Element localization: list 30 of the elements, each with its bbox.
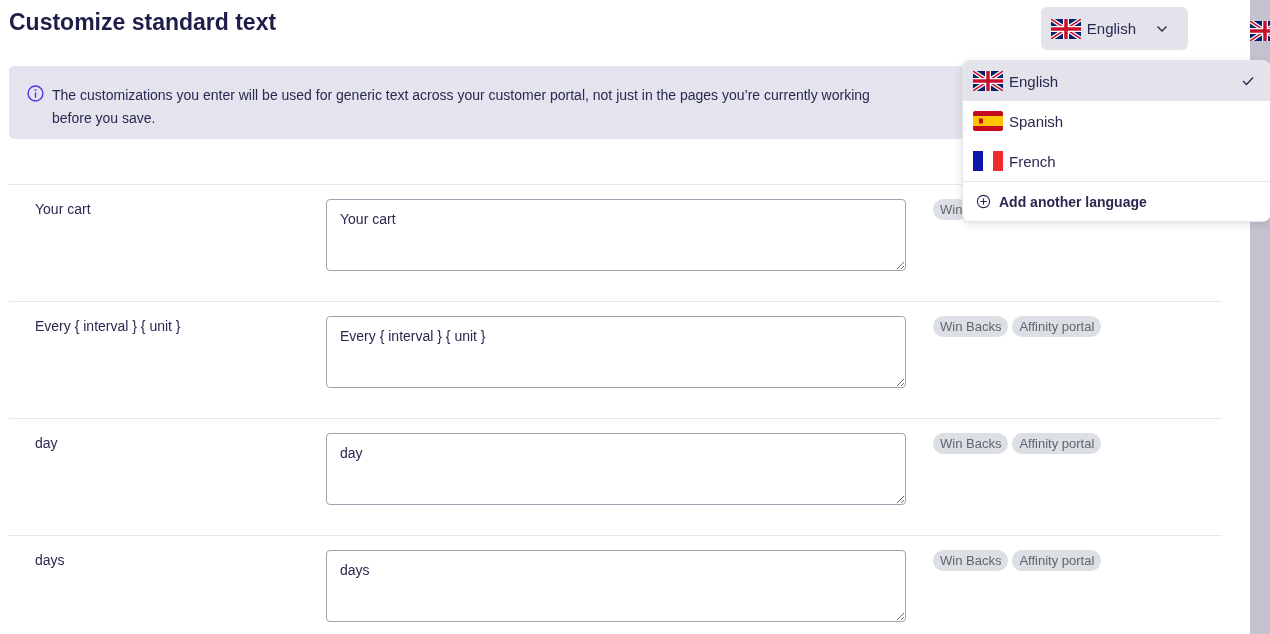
text-key-label: days [34,551,66,570]
info-text: before you save. [52,109,157,128]
language-option[interactable]: English [963,61,1270,101]
text-input-field[interactable]: Your cart [326,199,906,271]
tag: Win Backs [933,433,1009,454]
tag: Win Backs [933,316,1009,337]
text-input-field[interactable]: days [326,550,906,622]
text-key-label: Your cart [34,200,92,219]
text-key-label: day [34,434,59,453]
text-input-field[interactable]: day [326,433,906,505]
tag: Win Backs [933,550,1009,571]
tag: Affinity portal [1012,316,1102,337]
info-text: The customizations you enter will be used for generic text across your customer portal, not just in the pages you’re currently working [52,86,870,105]
language-option[interactable]: Spanish [963,101,1270,141]
language-dropdown[interactable]: English [1040,7,1188,50]
uk-flag-icon [1050,18,1081,39]
uk-flag-icon [973,71,1003,91]
tag: Affinity portal [1012,550,1102,571]
france-flag-icon [973,151,1003,171]
info-icon [27,85,44,102]
text-key-label: Every { interval } { unit } [34,317,182,336]
checkmark-icon [1242,76,1254,86]
spain-flag-icon [973,111,1003,131]
page-title: Customize standard text [9,9,277,36]
language-option[interactable]: French [963,141,1270,181]
chevron-down-icon [1156,24,1168,33]
add-language-button[interactable]: Add another language [963,181,1270,221]
text-input-field[interactable]: Every { interval } { unit } [326,316,906,388]
tag: Affinity portal [1012,433,1102,454]
plus-circle-icon [976,194,991,209]
